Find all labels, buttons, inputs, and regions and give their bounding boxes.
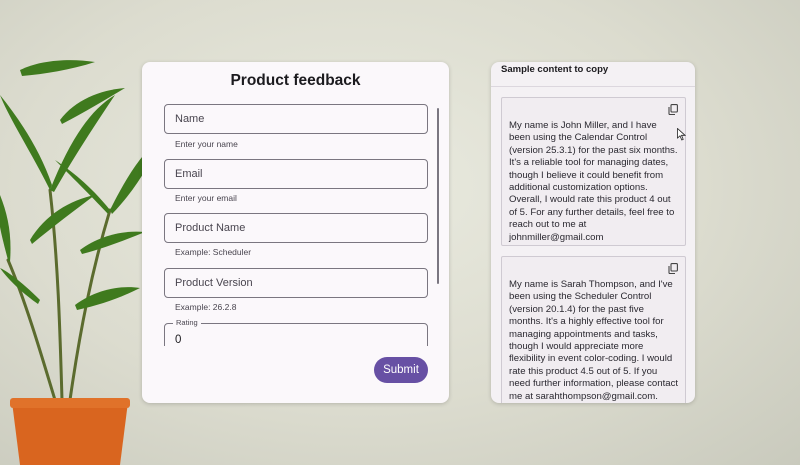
name-field[interactable]: Name [164,104,428,134]
rating-label: Rating [173,318,201,327]
sample-divider [491,86,695,87]
feedback-card: Product feedback Name Enter your name Em… [142,62,449,403]
sample-title: Sample content to copy [501,64,609,75]
rating-field[interactable]: Rating 0 [164,318,428,346]
copy-icon[interactable] [668,263,678,274]
product-name-hint: Example: Scheduler [175,247,252,257]
form-scrollbar[interactable] [437,108,439,284]
form-scroll-area[interactable]: Name Enter your name Email Enter your em… [142,102,449,346]
product-version-field[interactable]: Product Version [164,268,428,298]
sample-item: My name is Sarah Thompson, and I've been… [501,256,686,403]
product-name-field[interactable]: Product Name [164,213,428,243]
email-hint: Enter your email [175,193,237,203]
name-hint: Enter your name [175,139,238,149]
submit-button[interactable]: Submit [374,357,428,383]
email-field[interactable]: Email [164,159,428,189]
sample-item-text[interactable]: My name is John Miller, and I have been … [509,120,679,244]
sample-content-panel: Sample content to copy My name is John M… [491,62,695,403]
mouse-cursor-icon [677,128,686,141]
sample-item-text[interactable]: My name is Sarah Thompson, and I've been… [509,279,679,403]
form-title: Product feedback [230,72,361,89]
copy-icon[interactable] [668,104,678,115]
product-version-hint: Example: 26.2.8 [175,302,237,312]
plant-image [0,60,160,465]
sample-item: My name is John Miller, and I have been … [501,97,686,246]
rating-value: 0 [175,334,182,346]
